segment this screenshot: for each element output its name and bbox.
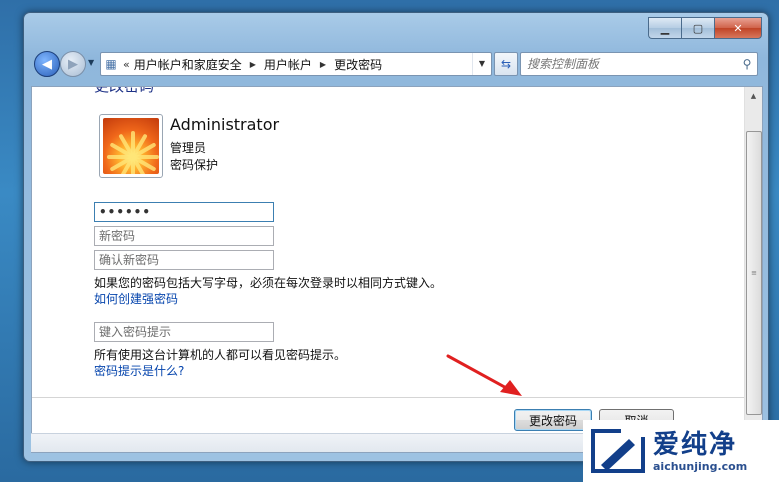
strong-password-link[interactable]: 如何创建强密码 xyxy=(94,290,178,307)
minimize-button[interactable]: ▁ xyxy=(648,17,681,39)
watermark: 爱纯净 aichunjing.com xyxy=(583,420,779,482)
recent-pages-dropdown[interactable]: ▼ xyxy=(88,58,94,67)
new-password-field[interactable] xyxy=(94,226,274,246)
case-sensitivity-note: 如果您的密码包括大写字母，必须在每次登录时以相同方式键入。 xyxy=(94,276,443,290)
breadcrumb-family-safety[interactable]: 用户帐户和家庭安全 xyxy=(134,56,242,73)
navigation-bar: ◀ ▶ ▼ ▦ « 用户帐户和家庭安全 ▶ 用户帐户 ▶ 更改密码 ▼ ⇆ ⚲ xyxy=(32,49,758,79)
site-logo-icon xyxy=(591,429,645,473)
hint-visibility-note: 所有使用这台计算机的人都可以看见密码提示。 xyxy=(94,348,347,362)
refresh-icon: ⇆ xyxy=(500,57,512,71)
content-pane: 更改密码 Administrator 管理员 密码保护 如果您的密码 xyxy=(31,86,763,453)
address-dropdown-icon[interactable]: ▼ xyxy=(472,53,491,75)
change-password-button[interactable]: 更改密码 xyxy=(514,409,592,431)
breadcrumb-user-accounts[interactable]: 用户帐户 xyxy=(264,56,312,73)
watermark-en: aichunjing.com xyxy=(653,459,748,473)
user-role: 管理员 xyxy=(170,141,207,155)
watermark-cn: 爱纯净 xyxy=(653,429,738,460)
password-hint-field[interactable] xyxy=(94,322,274,342)
back-button[interactable]: ◀ xyxy=(34,51,60,77)
watermark-text: 爱纯净 aichunjing.com xyxy=(653,430,747,473)
forward-button[interactable]: ▶ xyxy=(60,51,86,77)
refresh-button[interactable]: ⇆ xyxy=(494,52,518,76)
caption-buttons: ▁ ▢ ✕ xyxy=(648,17,762,39)
vertical-scrollbar[interactable]: ▲ ≡ ▼ xyxy=(744,87,762,452)
breadcrumb-separator-icon[interactable]: ▶ xyxy=(250,60,256,69)
user-name: Administrator xyxy=(170,115,280,134)
control-panel-icon: ▦ xyxy=(105,57,117,71)
back-arrow-icon: ◀ xyxy=(42,56,52,72)
avatar xyxy=(99,114,163,178)
breadcrumb-change-password[interactable]: 更改密码 xyxy=(334,56,382,73)
maximize-icon: ▢ xyxy=(692,21,704,35)
search-input[interactable] xyxy=(521,56,737,72)
scrollbar-thumb[interactable]: ≡ xyxy=(746,131,762,415)
address-bar[interactable]: ▦ « 用户帐户和家庭安全 ▶ 用户帐户 ▶ 更改密码 ▼ xyxy=(100,52,492,76)
password-status: 密码保护 xyxy=(170,158,219,172)
scroll-up-icon[interactable]: ▲ xyxy=(745,87,762,104)
forward-arrow-icon: ▶ xyxy=(68,56,78,72)
flower-avatar-icon xyxy=(103,118,159,174)
search-icon[interactable]: ⚲ xyxy=(737,57,757,71)
current-password-field[interactable] xyxy=(94,202,274,222)
page-title: 更改密码 xyxy=(94,86,155,95)
divider xyxy=(32,397,744,398)
close-button[interactable]: ✕ xyxy=(714,17,762,39)
confirm-password-field[interactable] xyxy=(94,250,274,270)
control-panel-window: ▁ ▢ ✕ ◀ ▶ ▼ ▦ « 用户帐户和家庭安全 ▶ 用户帐户 ▶ 更改密码 … xyxy=(23,12,769,462)
maximize-button[interactable]: ▢ xyxy=(681,17,714,39)
breadcrumb-overflow-icon[interactable]: « xyxy=(123,58,130,71)
minimize-icon: ▁ xyxy=(660,21,670,35)
breadcrumb-separator-icon[interactable]: ▶ xyxy=(320,60,326,69)
password-hint-help-link[interactable]: 密码提示是什么? xyxy=(94,362,184,379)
close-icon: ✕ xyxy=(733,21,743,35)
search-box[interactable]: ⚲ xyxy=(520,52,758,76)
